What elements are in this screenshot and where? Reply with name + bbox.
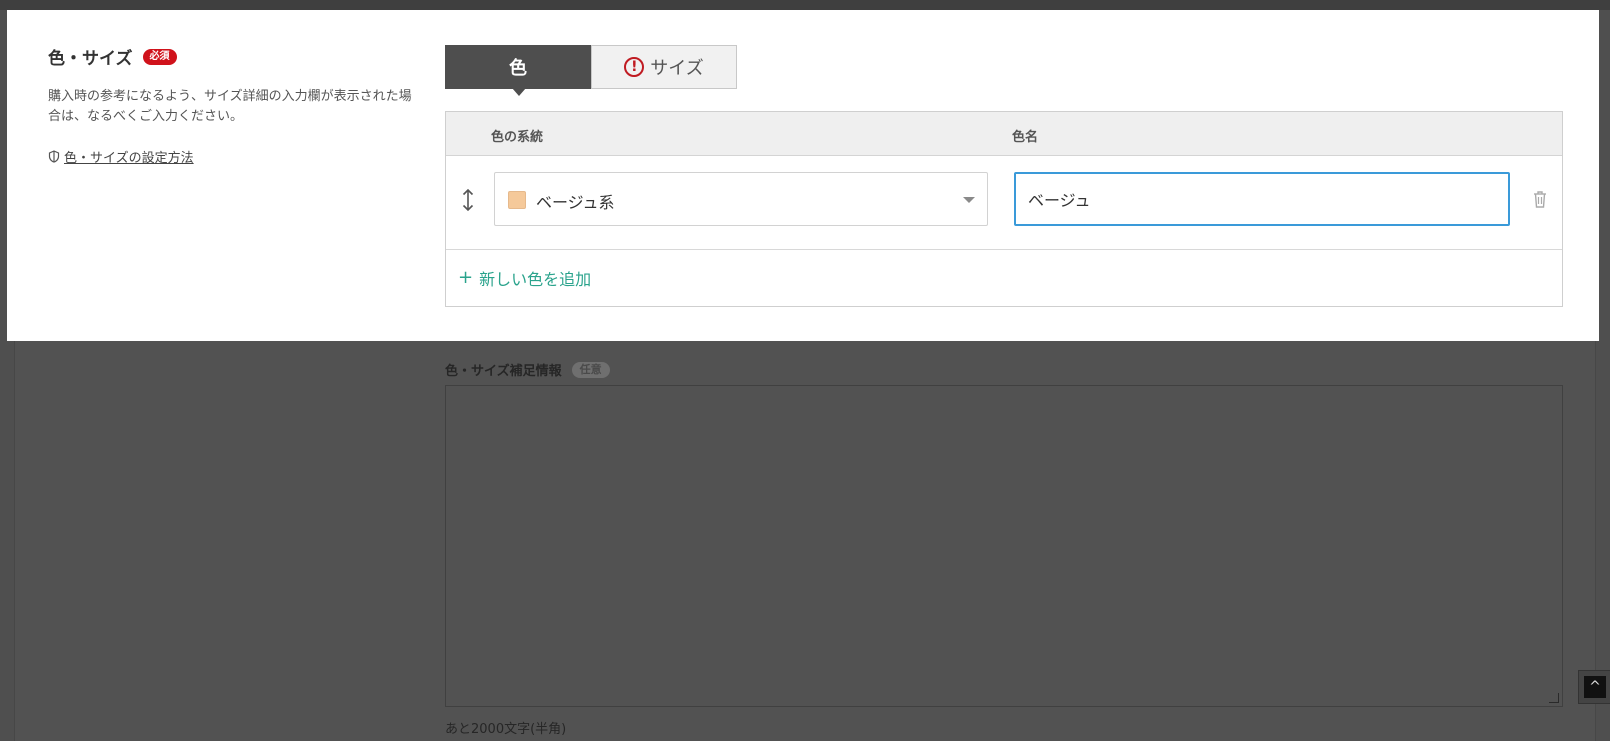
- section-description: 購入時の参考になるよう、サイズ詳細の入力欄が表示された場合は、なるべくご入力くだ…: [48, 89, 412, 124]
- color-table: 色の系統 色名 ベージュ系 ベージュ + 新しい色を追加: [445, 111, 1563, 307]
- color-size-panel: 色・サイズ 必須 購入時の参考になるよう、サイズ詳細の入力欄が表示された場合は、…: [7, 10, 1599, 341]
- page-top-button[interactable]: ^: [1578, 670, 1610, 704]
- optional-badge: 任意: [571, 361, 610, 378]
- color-name-input[interactable]: [1014, 172, 1510, 226]
- supplement-textarea[interactable]: [445, 385, 1563, 707]
- add-color-button[interactable]: + 新しい色を追加: [446, 250, 1562, 306]
- table-row: ベージュ系: [446, 156, 1562, 250]
- drag-handle-icon[interactable]: [460, 188, 476, 212]
- help-link-label[interactable]: 色・サイズの設定方法: [64, 147, 194, 166]
- color-swatch: [508, 191, 526, 209]
- required-badge: 必須: [142, 48, 177, 65]
- shield-icon: [48, 150, 60, 163]
- overlay-top-strip: [0, 0, 1610, 10]
- arrow-up-icon: ^: [1584, 676, 1606, 698]
- trash-icon[interactable]: [1531, 189, 1549, 209]
- resize-handle-icon[interactable]: [1549, 693, 1559, 703]
- supplement-label-row: 色・サイズ補足情報 任意: [445, 360, 610, 379]
- warning-icon: !: [624, 57, 645, 77]
- tab-bar: 色 ! サイズ: [445, 45, 1563, 96]
- color-family-select[interactable]: ベージュ系: [494, 172, 988, 226]
- header-color-name: 色名: [1012, 130, 1039, 145]
- header-color-family: 色の系統: [491, 130, 544, 145]
- add-color-label: 新しい色を追加: [479, 270, 592, 289]
- tab-color-label: 色: [509, 58, 527, 79]
- tab-color[interactable]: 色: [445, 45, 591, 96]
- character-counter: あと2000文字(半角): [445, 722, 567, 737]
- color-family-value: ベージュ系: [536, 193, 615, 212]
- section-title-row: 色・サイズ 必須: [48, 44, 423, 69]
- section-info: 色・サイズ 必須 購入時の参考になるよう、サイズ詳細の入力欄が表示された場合は、…: [48, 44, 423, 166]
- tab-size[interactable]: ! サイズ: [591, 45, 737, 89]
- plus-icon: +: [458, 267, 474, 288]
- help-link[interactable]: 色・サイズの設定方法: [48, 147, 423, 166]
- section-title: 色・サイズ: [48, 49, 133, 69]
- supplement-label: 色・サイズ補足情報: [445, 364, 562, 379]
- table-header: 色の系統 色名: [446, 112, 1562, 156]
- caret-down-icon: [963, 197, 975, 203]
- tab-size-label: サイズ: [650, 58, 704, 79]
- color-editor: 色 ! サイズ 色の系統 色名 ベージュ系 ベージュ + 新しい色を追加: [445, 45, 1563, 307]
